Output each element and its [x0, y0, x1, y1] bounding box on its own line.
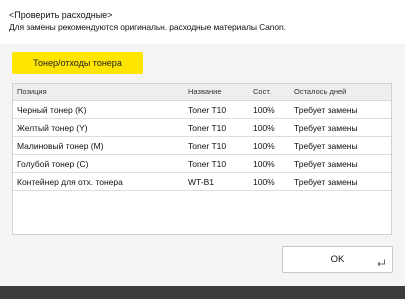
- cell-position: Малиновый тонер (M): [17, 141, 104, 151]
- table-row: Желтый тонер (Y) Toner T10 100% Требует …: [13, 119, 391, 137]
- cell-name: WT-B1: [188, 177, 214, 187]
- table-row: Малиновый тонер (M) Toner T10 100% Требу…: [13, 137, 391, 155]
- cell-name: Toner T10: [188, 141, 227, 151]
- tab-toner-waste[interactable]: Тонер/отходы тонера: [12, 52, 143, 74]
- consumables-screen: <Проверить расходные> Для замены рекомен…: [0, 0, 405, 286]
- cell-name: Toner T10: [188, 159, 227, 169]
- cell-position: Черный тонер (K): [17, 105, 87, 115]
- ok-button[interactable]: OK: [282, 246, 393, 273]
- cell-days-left: Требует замены: [294, 123, 358, 133]
- header: <Проверить расходные> Для замены рекомен…: [0, 0, 405, 44]
- cell-days-left: Требует замены: [294, 177, 358, 187]
- cell-state: 100%: [253, 177, 275, 187]
- cell-position: Контейнер для отх. тонера: [17, 177, 123, 187]
- column-header-state: Сост.: [253, 87, 272, 96]
- consumables-table: Позиция Название Сост. Осталось дней Чер…: [12, 83, 392, 235]
- cell-days-left: Требует замены: [294, 105, 358, 115]
- cell-days-left: Требует замены: [294, 159, 358, 169]
- page-title: <Проверить расходные>: [9, 10, 113, 20]
- cell-name: Toner T10: [188, 123, 227, 133]
- table-header: Позиция Название Сост. Осталось дней: [13, 84, 391, 101]
- table-row: Голубой тонер (C) Toner T10 100% Требует…: [13, 155, 391, 173]
- cell-days-left: Требует замены: [294, 141, 358, 151]
- column-header-days-left: Осталось дней: [294, 87, 347, 96]
- page-description: Для замены рекомендуются оригинальн. рас…: [9, 22, 286, 32]
- table-row: Черный тонер (K) Toner T10 100% Требует …: [13, 101, 391, 119]
- cell-state: 100%: [253, 105, 275, 115]
- table-body: Черный тонер (K) Toner T10 100% Требует …: [13, 101, 391, 191]
- cell-name: Toner T10: [188, 105, 227, 115]
- cell-position: Голубой тонер (C): [17, 159, 89, 169]
- enter-return-icon: [377, 259, 385, 267]
- bottom-bar: [0, 286, 405, 299]
- cell-state: 100%: [253, 159, 275, 169]
- cell-state: 100%: [253, 141, 275, 151]
- column-header-position: Позиция: [17, 87, 47, 96]
- cell-state: 100%: [253, 123, 275, 133]
- column-header-name: Название: [188, 87, 222, 96]
- cell-position: Желтый тонер (Y): [17, 123, 88, 133]
- table-row: Контейнер для отх. тонера WT-B1 100% Тре…: [13, 173, 391, 191]
